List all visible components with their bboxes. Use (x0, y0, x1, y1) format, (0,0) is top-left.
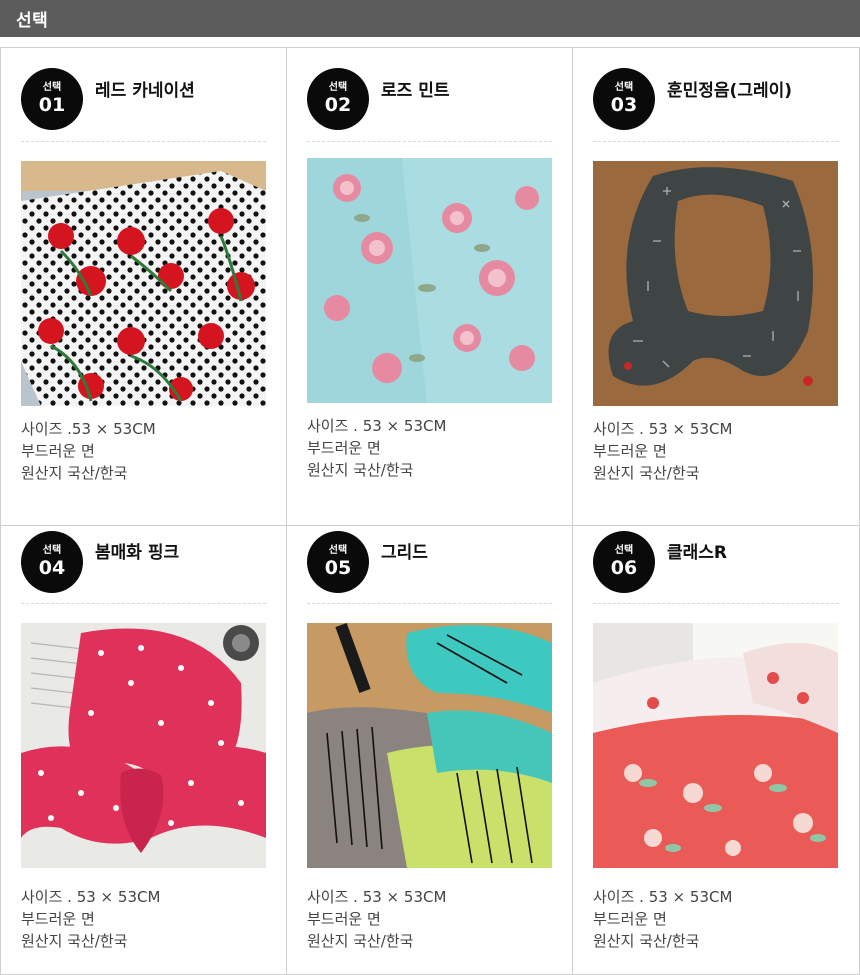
badge-label: 선택 (614, 545, 634, 556)
product-card-06[interactable]: 선택 06 클래스R 사이즈 . 53 × 53CM 부드러운 면 원산지 국산… (573, 526, 860, 975)
product-origin: 원산지 국산/한국 (593, 464, 700, 482)
product-info: 사이즈 . 53 × 53CM 부드러운 면 원산지 국산/한국 (307, 415, 446, 481)
product-size: 사이즈 . 53 × 53CM (593, 420, 733, 438)
product-origin: 원산지 국산/한국 (21, 932, 128, 950)
product-size: 사이즈 . 53 × 53CM (593, 888, 733, 906)
product-size: 사이즈 . 53 × 53CM (21, 888, 161, 906)
product-image-grid[interactable] (307, 623, 552, 868)
product-info: 사이즈 . 53 × 53CM 부드러운 면 원산지 국산/한국 (593, 418, 732, 484)
divider (307, 141, 552, 142)
badge-label: 선택 (614, 82, 634, 93)
badge-number: 01 (38, 94, 66, 116)
option-badge: 선택 01 (21, 68, 83, 130)
divider (593, 141, 839, 142)
badge-label: 선택 (328, 545, 348, 556)
product-grid: 선택 01 레드 카네이션 사이즈 .53 × 53CM 부드러운 면 원산지 … (0, 47, 860, 975)
product-name: 로즈 민트 (381, 81, 450, 101)
option-badge: 선택 05 (307, 531, 369, 593)
divider (21, 603, 266, 604)
product-origin: 원산지 국산/한국 (307, 461, 414, 479)
product-material: 부드러운 면 (21, 442, 95, 460)
product-info: 사이즈 .53 × 53CM 부드러운 면 원산지 국산/한국 (21, 418, 156, 484)
product-name: 훈민정음(그레이) (667, 81, 793, 101)
product-size: 사이즈 . 53 × 53CM (307, 888, 447, 906)
badge-label: 선택 (42, 82, 62, 93)
divider (307, 603, 552, 604)
divider (593, 603, 839, 604)
badge-number: 05 (324, 557, 352, 579)
product-info: 사이즈 . 53 × 53CM 부드러운 면 원산지 국산/한국 (307, 886, 446, 952)
badge-label: 선택 (328, 82, 348, 93)
product-name: 봄매화 핑크 (95, 543, 180, 563)
product-image-hunminjeongeum-gray[interactable] (593, 161, 838, 406)
option-badge: 선택 02 (307, 68, 369, 130)
product-image-red-carnation[interactable] (21, 161, 266, 406)
badge-number: 03 (610, 94, 638, 116)
badge-number: 06 (610, 557, 638, 579)
section-header: 선택 (0, 0, 860, 37)
product-card-01[interactable]: 선택 01 레드 카네이션 사이즈 .53 × 53CM 부드러운 면 원산지 … (0, 48, 287, 526)
product-size: 사이즈 .53 × 53CM (21, 420, 156, 438)
product-material: 부드러운 면 (593, 442, 667, 460)
product-card-05[interactable]: 선택 05 그리드 사이즈 . 53 × 53CM 부드러운 면 원산지 국산/… (287, 526, 573, 975)
badge-number: 02 (324, 94, 352, 116)
product-card-02[interactable]: 선택 02 로즈 민트 사이즈 . 53 × 53CM 부드러운 면 원산지 국… (287, 48, 573, 526)
product-name: 그리드 (381, 543, 428, 563)
product-info: 사이즈 . 53 × 53CM 부드러운 면 원산지 국산/한국 (21, 886, 160, 952)
product-material: 부드러운 면 (307, 910, 381, 928)
badge-number: 04 (38, 557, 66, 579)
product-name: 클래스R (667, 543, 728, 563)
product-name: 레드 카네이션 (95, 81, 195, 101)
product-origin: 원산지 국산/한국 (21, 464, 128, 482)
product-origin: 원산지 국산/한국 (593, 932, 700, 950)
product-card-03[interactable]: 선택 03 훈민정음(그레이) 사이즈 . 53 × 53CM 부드러운 면 원… (573, 48, 860, 526)
product-card-04[interactable]: 선택 04 봄매화 핑크 사이즈 . 53 × 53CM 부드러운 면 원산지 … (0, 526, 287, 975)
product-info: 사이즈 . 53 × 53CM 부드러운 면 원산지 국산/한국 (593, 886, 732, 952)
product-material: 부드러운 면 (21, 910, 95, 928)
product-material: 부드러운 면 (593, 910, 667, 928)
product-material: 부드러운 면 (307, 439, 381, 457)
product-image-class-r[interactable] (593, 623, 838, 868)
option-badge: 선택 04 (21, 531, 83, 593)
product-size: 사이즈 . 53 × 53CM (307, 417, 447, 435)
product-origin: 원산지 국산/한국 (307, 932, 414, 950)
option-badge: 선택 03 (593, 68, 655, 130)
product-image-rose-mint[interactable] (307, 158, 552, 403)
badge-label: 선택 (42, 545, 62, 556)
divider (21, 141, 266, 142)
option-badge: 선택 06 (593, 531, 655, 593)
section-title: 선택 (16, 11, 49, 31)
product-image-spring-plum-pink[interactable] (21, 623, 266, 868)
